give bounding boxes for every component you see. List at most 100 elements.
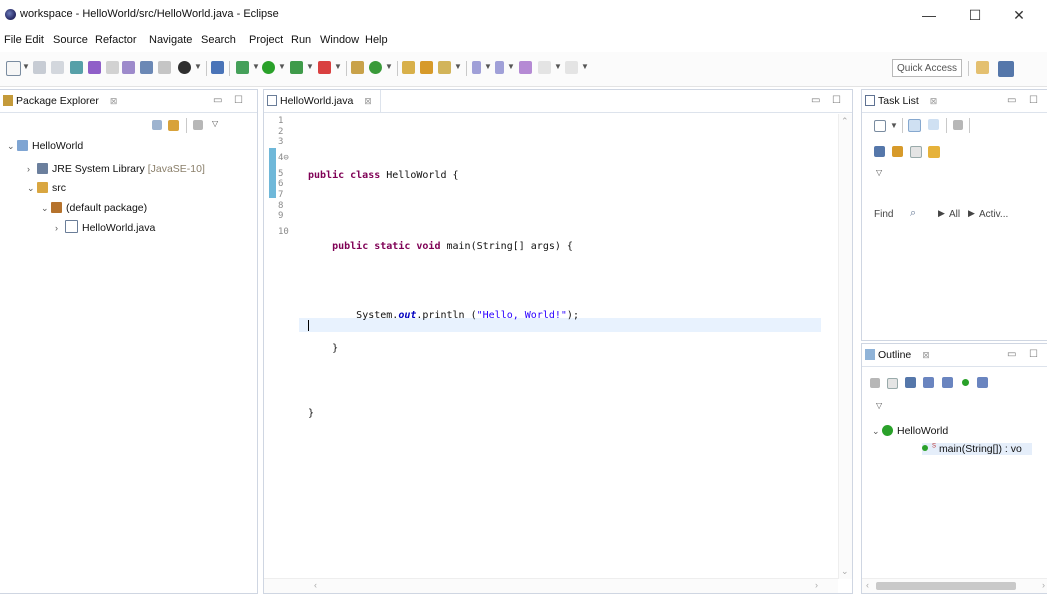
scroll-up-icon[interactable]: ⌃ [841,116,849,127]
chevron-down-icon[interactable]: ▼ [890,121,898,130]
fold-line-number[interactable]: 4⊖ [278,148,308,169]
chevron-down-icon[interactable]: ▼ [306,62,314,71]
link-with-editor-icon[interactable] [977,377,988,388]
edit-icon[interactable] [88,61,101,74]
minimize-view-icon[interactable]: ▭ [1007,95,1016,106]
scheduled-icon[interactable] [928,119,939,130]
chevron-down-icon[interactable]: ▼ [334,62,342,71]
search-icon[interactable] [438,61,451,74]
tab-helloworld-java[interactable]: HelloWorld.java ⊠ [264,90,381,112]
menu-refactor[interactable]: Refactor [95,34,137,46]
search-icon[interactable]: ⌕ [910,207,916,220]
task-repositories-icon[interactable] [928,146,940,158]
scroll-left-icon[interactable]: ‹ [314,580,317,590]
minimize-button[interactable]: — [909,4,949,26]
filter-icon[interactable] [953,120,963,130]
view-menu-icon[interactable]: ▽ [876,168,882,177]
tab-task-list[interactable]: Task List ⊠ [862,90,938,112]
chevron-down-icon[interactable]: ▼ [581,62,589,71]
menu-project[interactable]: Project [249,34,283,46]
maximize-view-icon[interactable]: ☐ [1029,95,1038,106]
chevron-right-icon[interactable]: › [55,223,65,233]
maximize-button[interactable]: ☐ [955,4,995,26]
new-java-class-icon[interactable] [369,61,382,74]
block-selection-icon[interactable] [122,61,135,74]
open-perspective-icon[interactable] [976,61,989,74]
editor-vertical-scrollbar[interactable]: ⌃ ⌄ [838,114,852,579]
open-type-icon[interactable] [402,61,415,74]
outline-horizontal-scrollbar[interactable]: ‹ › [862,578,1047,593]
menu-source[interactable]: Source [53,34,88,46]
tree-item-helloworld-java[interactable]: › HelloWorld.java [55,220,155,234]
forward-icon[interactable] [565,61,578,74]
scroll-right-icon[interactable]: › [1042,580,1045,590]
collapse-all-icon[interactable] [874,146,885,157]
hide-non-public-icon[interactable] [942,377,953,388]
menu-file[interactable]: File [4,34,22,46]
chevron-down-icon[interactable]: ▼ [484,62,492,71]
hide-local-types-icon[interactable] [962,379,969,386]
word-wrap-icon[interactable] [140,61,153,74]
next-annotation-icon[interactable] [472,61,481,74]
java-perspective-icon[interactable] [998,61,1014,77]
tree-item-jre-library[interactable]: › JRE System Library [JavaSE-10] [27,163,205,175]
chevron-right-icon[interactable]: ▶ [968,208,975,219]
chevron-down-icon[interactable]: ▼ [454,62,462,71]
filter-icon[interactable] [193,120,203,130]
categorized-icon[interactable] [908,119,921,132]
chevron-down-icon[interactable]: ▼ [278,62,286,71]
chevron-right-icon[interactable]: › [27,164,37,174]
coverage-icon[interactable] [290,61,303,74]
close-icon[interactable]: ⊠ [930,96,938,106]
toggle-mark-icon[interactable] [70,61,83,74]
back-icon[interactable] [538,61,551,74]
view-menu-icon[interactable]: ▽ [876,401,882,410]
view-menu-icon[interactable]: ▽ [212,119,218,128]
save-all-icon[interactable] [51,61,64,74]
maximize-view-icon[interactable]: ☐ [1029,349,1038,360]
chevron-down-icon[interactable]: ▼ [507,62,515,71]
chevron-down-icon[interactable]: ▼ [385,62,393,71]
code-area[interactable]: public class HelloWorld { public static … [308,116,579,485]
minimize-view-icon[interactable]: ▭ [811,95,820,106]
close-icon[interactable]: ⊠ [922,350,930,360]
scroll-right-icon[interactable]: › [815,580,818,590]
open-task-icon[interactable] [420,61,433,74]
new-java-package-icon[interactable] [351,61,364,74]
chevron-down-icon[interactable]: ⌄ [872,426,882,437]
tree-item-default-package[interactable]: ⌄ (default package) [41,202,147,214]
save-icon[interactable] [33,61,46,74]
skip-breakpoints-icon[interactable] [211,61,224,74]
synchronize-icon[interactable] [910,146,922,158]
outline-item-method[interactable]: S main(String[]) : vo [922,443,1032,455]
tab-package-explorer[interactable]: Package Explorer ⊠ [0,90,118,112]
menu-run[interactable]: Run [291,34,311,46]
menu-navigate[interactable]: Navigate [149,34,192,46]
debug-icon[interactable] [236,61,249,74]
tree-item-src[interactable]: ⌄ src [27,182,66,194]
chevron-down-icon[interactable]: ⌄ [27,183,37,194]
scrollbar-thumb[interactable] [876,582,1016,590]
chevron-down-icon[interactable]: ▼ [22,62,30,71]
chevron-down-icon[interactable]: ▼ [554,62,562,71]
chevron-down-icon[interactable]: ⌄ [7,141,17,152]
minimize-view-icon[interactable]: ▭ [213,95,222,106]
close-icon[interactable]: ⊠ [364,96,372,106]
menu-help[interactable]: Help [365,34,388,46]
maximize-view-icon[interactable]: ☐ [832,95,841,106]
minimize-view-icon[interactable]: ▭ [1007,349,1016,360]
external-tools-icon[interactable] [318,61,331,74]
outline-item-class[interactable]: ⌄ HelloWorld [872,425,948,437]
close-icon[interactable]: ⊠ [110,96,118,106]
tree-item-helloworld-project[interactable]: ⌄ HelloWorld [7,140,83,152]
collapse-all-icon[interactable] [152,120,162,130]
chevron-down-icon[interactable]: ▼ [194,62,202,71]
menu-search[interactable]: Search [201,34,236,46]
focus-icon[interactable] [892,146,903,157]
collapse-all-icon[interactable] [870,378,880,388]
activate-task-link[interactable]: Activ... [979,209,1008,220]
scroll-left-icon[interactable]: ‹ [866,580,869,590]
editor-horizontal-scrollbar[interactable]: ‹ › [264,578,838,593]
quick-access-field[interactable]: Quick Access [892,59,962,77]
run-icon[interactable] [262,61,275,74]
